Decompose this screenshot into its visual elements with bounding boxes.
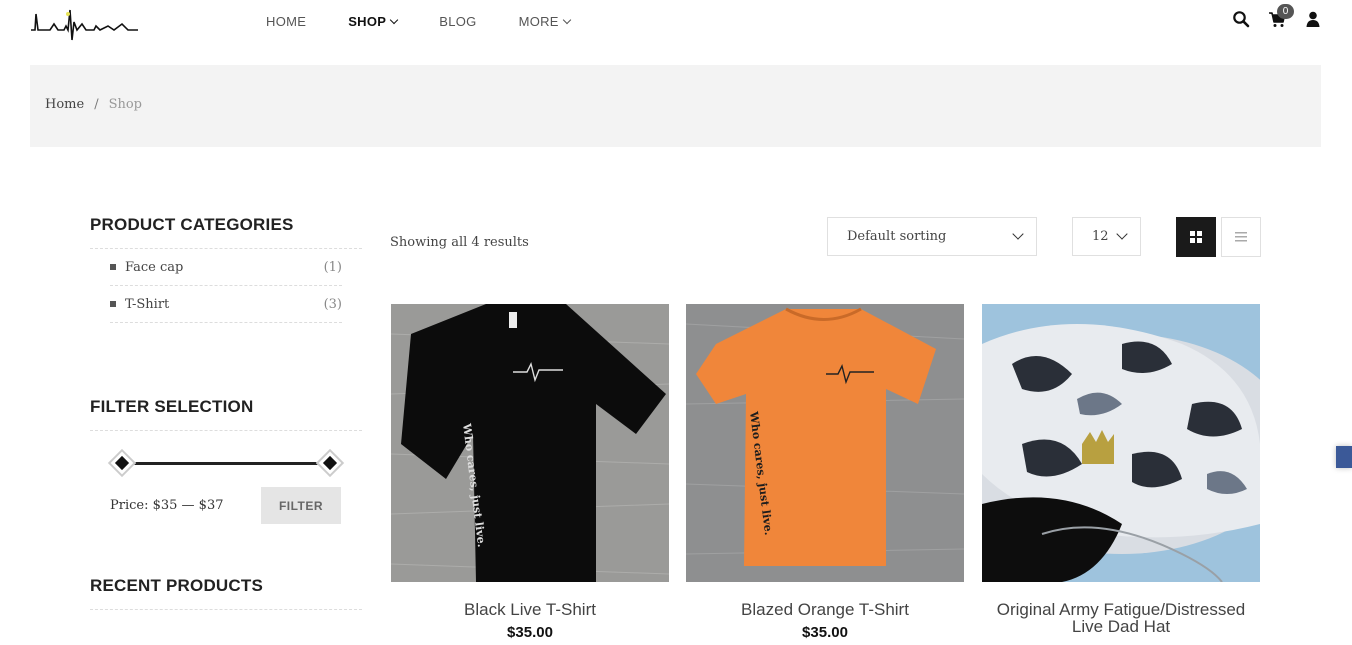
page-title-band: Home / Shop [30, 65, 1321, 147]
site-header: HOME SHOP BLOG MORE 0 [0, 0, 1352, 44]
chevron-down-icon [1012, 228, 1024, 240]
nav-more[interactable]: MORE [518, 14, 572, 29]
breadcrumb-separator: / [94, 97, 99, 112]
slider-handle-max[interactable] [315, 448, 345, 478]
nav-shop-label: SHOP [348, 14, 387, 29]
product-price: $35.00 [507, 624, 553, 641]
grid-icon [1190, 231, 1202, 243]
product-card: Original Army Fatigue/Distressed Live Da… [982, 304, 1260, 635]
filter-button[interactable]: FILTER [261, 487, 341, 524]
grid-view-button[interactable] [1176, 217, 1216, 257]
widget-recent-products: RECENT PRODUCTS [90, 576, 362, 645]
product-card: Who cares, just live. Blazed Orange T-Sh… [686, 304, 964, 641]
breadcrumb-home[interactable]: Home [45, 97, 84, 112]
breadcrumb-current: Shop [108, 97, 143, 112]
chevron-down-icon [390, 15, 399, 24]
result-count: Showing all 4 results [390, 235, 529, 250]
cart-count-badge: 0 [1277, 4, 1294, 19]
product-price: $35.00 [802, 624, 848, 641]
product-name[interactable]: Original Army Fatigue/Distressed Live Da… [982, 601, 1260, 635]
breadcrumb: Home / Shop [45, 97, 142, 112]
category-item-face-cap[interactable]: Face cap (1) [110, 249, 342, 286]
chevron-down-icon [1116, 228, 1128, 240]
widget-price-filter: FILTER SELECTION Price: $35 — $37 FILTER [90, 397, 362, 524]
nav-home[interactable]: HOME [266, 14, 306, 29]
bullet-icon [110, 264, 116, 270]
price-filter-row: Price: $35 — $37 FILTER [90, 487, 362, 524]
widget-product-categories: PRODUCT CATEGORIES Face cap (1) T-Shirt … [90, 215, 362, 323]
product-card: Who cares, just live. Black Live T-Shirt… [391, 304, 669, 641]
product-image[interactable]: Who cares, just live. [391, 304, 669, 582]
cart-icon[interactable]: 0 [1268, 4, 1294, 28]
price-range-slider[interactable] [107, 441, 345, 485]
sort-select-value: Default sorting [847, 229, 947, 244]
sort-select[interactable]: Default sorting [827, 217, 1037, 256]
nav-home-label: HOME [266, 14, 307, 29]
per-page-value: 12 [1092, 229, 1109, 244]
user-icon[interactable] [1304, 10, 1322, 28]
per-page-select[interactable]: 12 [1072, 217, 1141, 256]
category-count: (3) [323, 296, 342, 312]
category-name: T-Shirt [125, 296, 170, 312]
shop-sidebar: PRODUCT CATEGORIES Face cap (1) T-Shirt … [90, 215, 362, 645]
slider-track [120, 462, 332, 465]
search-icon[interactable] [1232, 10, 1250, 28]
widget-title: FILTER SELECTION [90, 397, 362, 431]
nav-shop[interactable]: SHOP [348, 14, 399, 29]
product-name[interactable]: Black Live T-Shirt [391, 601, 669, 618]
main-nav: HOME SHOP BLOG MORE [266, 14, 612, 29]
slider-handle-min[interactable] [107, 448, 137, 478]
list-icon [1235, 232, 1247, 242]
category-count: (1) [323, 259, 342, 275]
bullet-icon [110, 301, 116, 307]
nav-blog-label: BLOG [439, 14, 477, 29]
chevron-down-icon [562, 15, 572, 24]
category-name: Face cap [125, 259, 184, 275]
widget-title: RECENT PRODUCTS [90, 576, 362, 610]
nav-more-label: MORE [518, 14, 559, 29]
product-name[interactable]: Blazed Orange T-Shirt [686, 601, 964, 618]
price-range-label: Price: $35 — $37 [110, 498, 224, 513]
side-tab-icon[interactable] [1336, 446, 1352, 468]
widget-title: PRODUCT CATEGORIES [90, 215, 362, 249]
list-view-button[interactable] [1221, 217, 1261, 257]
category-list: Face cap (1) T-Shirt (3) [90, 249, 362, 323]
product-image[interactable] [982, 304, 1260, 582]
header-actions: 0 [1232, 4, 1322, 28]
product-image[interactable]: Who cares, just live. [686, 304, 964, 582]
category-item-t-shirt[interactable]: T-Shirt (3) [110, 286, 342, 323]
nav-blog[interactable]: BLOG [439, 14, 476, 29]
site-logo[interactable] [30, 4, 140, 42]
